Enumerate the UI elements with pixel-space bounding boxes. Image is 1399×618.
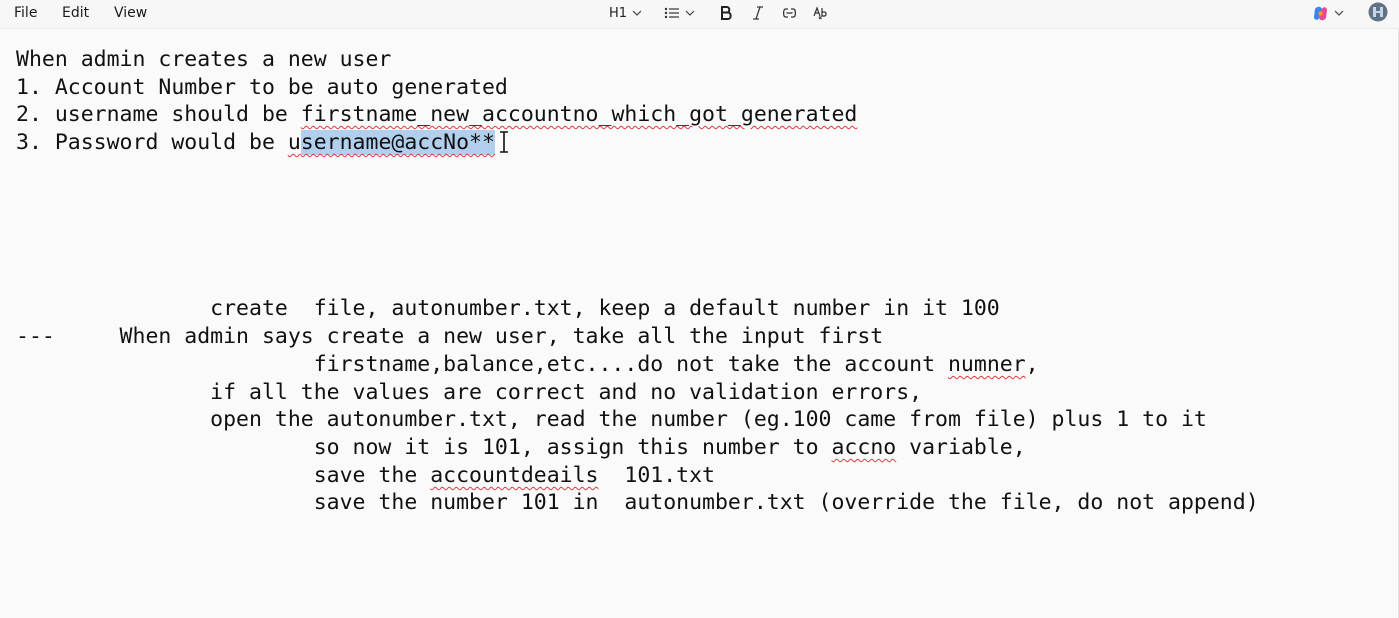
misspelled-word[interactable]: accno: [831, 435, 896, 460]
text-span: save the: [16, 463, 431, 488]
chevron-down-icon: [685, 10, 695, 16]
chevron-down-icon: [1334, 10, 1344, 16]
menu-edit[interactable]: Edit: [62, 5, 89, 21]
bold-icon: [721, 6, 732, 20]
copilot-icon: [1314, 6, 1327, 20]
doc-line: so now it is 101, assign this number to …: [16, 434, 1026, 461]
text-span: so now it is 101, assign this number to: [16, 435, 832, 460]
misspelled-word[interactable]: numner: [948, 352, 1026, 377]
menu-view[interactable]: View: [114, 5, 147, 21]
doc-line: create file, autonumber.txt, keep a defa…: [16, 296, 1000, 321]
heading-label: H1: [609, 5, 628, 21]
menu-bar: File Edit View H1: [0, 0, 1399, 29]
spellcheck-icon: [813, 6, 827, 20]
link-icon: [782, 8, 797, 18]
doc-line: 3. Password would be username@accNo**: [16, 129, 495, 156]
text-span: 3. Password would be: [16, 130, 288, 155]
doc-line: --- When admin says create a new user, t…: [16, 324, 884, 349]
link-button[interactable]: [781, 3, 798, 23]
doc-line: 2. username should be firstname_new_acco…: [16, 101, 857, 128]
doc-line: save the accountdeails 101.txt: [16, 462, 715, 489]
spellcheck-button[interactable]: [813, 3, 829, 23]
italic-icon: [753, 6, 763, 20]
doc-line: firstname,balance,etc....do not take the…: [16, 351, 1039, 378]
avatar-icon: [1368, 2, 1388, 22]
doc-line: open the autonumber.txt, read the number…: [16, 407, 1207, 432]
text-span: ,: [1025, 352, 1039, 377]
list-dropdown[interactable]: [664, 3, 695, 23]
text-span: 2. username should be: [16, 102, 301, 127]
menu-file[interactable]: File: [14, 5, 37, 21]
heading-dropdown[interactable]: H1: [609, 3, 642, 23]
bullet-list-icon: [664, 7, 679, 19]
text-span: firstname,balance,etc....do not take the…: [16, 352, 948, 377]
text-span: variable,: [896, 435, 1026, 460]
copilot-button[interactable]: [1312, 3, 1344, 23]
account-avatar[interactable]: [1368, 2, 1388, 22]
doc-line: When admin creates a new user: [16, 47, 392, 72]
misspelled-word[interactable]: u: [288, 130, 301, 155]
doc-line: 1. Account Number to be auto generated: [16, 75, 508, 100]
doc-line: save the number 101 in autonumber.txt (o…: [16, 490, 1259, 515]
chevron-down-icon: [632, 10, 642, 16]
selected-text[interactable]: sername@accNo**: [300, 130, 495, 155]
bold-button[interactable]: [719, 3, 733, 23]
text-cursor-icon: [500, 131, 508, 153]
italic-button[interactable]: [751, 3, 765, 23]
misspelled-word[interactable]: firstname_new_accountno_which_got_genera…: [301, 102, 858, 127]
text-span: 101.txt: [598, 463, 715, 488]
misspelled-word[interactable]: accountdeails: [430, 463, 598, 488]
doc-line: if all the values are correct and no val…: [16, 380, 923, 405]
